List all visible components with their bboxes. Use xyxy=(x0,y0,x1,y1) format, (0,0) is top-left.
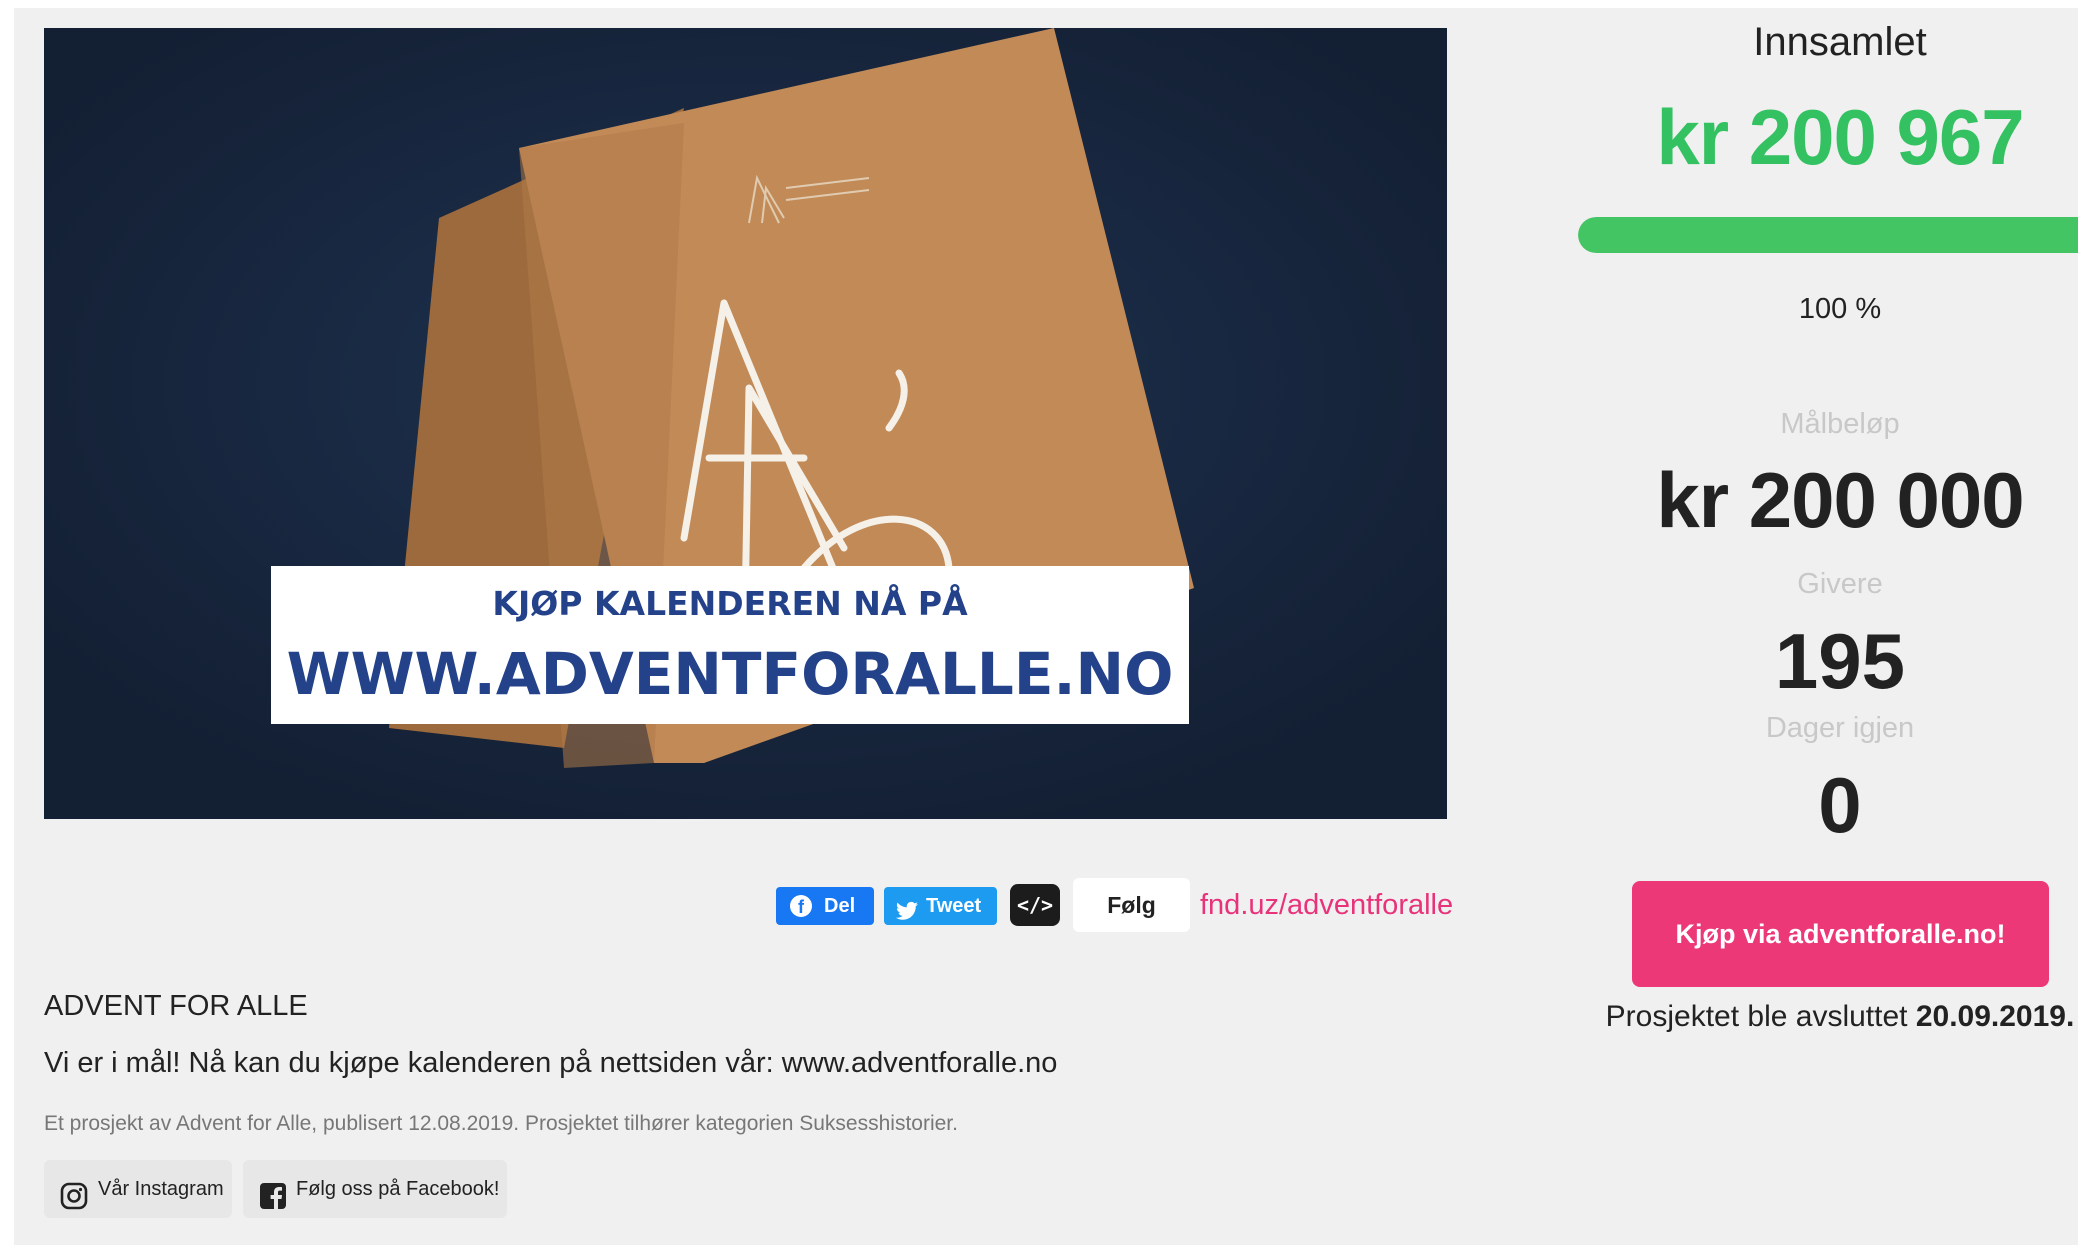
project-description: Vi er i mål! Nå kan du kjøpe kalenderen … xyxy=(44,1047,1058,1079)
facebook-share-button[interactable]: f Del xyxy=(776,887,874,925)
hero-banner: KJØP KALENDEREN NÅ PÅ WWW.ADVENTFORALLE.… xyxy=(271,566,1189,724)
ended-prefix: Prosjektet ble avsluttet xyxy=(1605,1000,1908,1033)
facebook-square-icon xyxy=(259,1175,287,1233)
raised-label: Innsamlet xyxy=(1753,20,1927,64)
instagram-icon xyxy=(60,1175,88,1233)
hero-banner-line2: WWW.ADVENTFORALLE.NO xyxy=(286,640,1174,708)
buy-calendar-button[interactable]: Kjøp via adventforalle.no! xyxy=(1632,881,2049,987)
instagram-button[interactable]: Vår Instagram xyxy=(44,1160,232,1218)
days-left-label: Dager igjen xyxy=(1765,712,1915,744)
progress-percent: 100 % xyxy=(1798,293,1882,325)
facebook-follow-label: Følg oss på Facebook! xyxy=(296,1178,500,1200)
project-title: ADVENT FOR ALLE xyxy=(44,990,308,1022)
ended-date: 20.09.2019. xyxy=(1915,1000,2075,1033)
facebook-share-label: Del xyxy=(824,895,856,917)
funding-progress-bar xyxy=(1578,217,2078,253)
project-meta: Et prosjekt av Advent for Alle, publiser… xyxy=(44,1112,958,1135)
facebook-follow-button[interactable]: Følg oss på Facebook! xyxy=(243,1160,507,1218)
project-ended-notice: Prosjektet ble avsluttet 20.09.2019. xyxy=(1580,1000,2078,1034)
givers-count: 195 xyxy=(1774,617,1906,705)
embed-code-button[interactable]: </> xyxy=(1010,884,1060,926)
tweet-button[interactable]: Tweet xyxy=(884,887,997,925)
twitter-bird-icon xyxy=(896,896,918,934)
instagram-label: Vår Instagram xyxy=(98,1178,224,1200)
facebook-icon: f xyxy=(790,895,812,917)
days-left-count: 0 xyxy=(1818,761,1862,849)
raised-amount: kr 200 967 xyxy=(1656,93,2024,181)
hero-banner-line1: KJØP KALENDEREN NÅ PÅ xyxy=(492,584,968,623)
tweet-label: Tweet xyxy=(926,895,982,917)
goal-label: Målbeløp xyxy=(1780,408,1900,440)
short-link[interactable]: fnd.uz/adventforalle xyxy=(1200,886,1453,924)
goal-amount: kr 200 000 xyxy=(1656,456,2024,544)
givers-label: Givere xyxy=(1797,568,1883,600)
funding-progress-fill xyxy=(1578,217,2078,253)
follow-button[interactable]: Følg xyxy=(1073,878,1190,932)
project-hero-image: KJØP KALENDEREN NÅ PÅ WWW.ADVENTFORALLE.… xyxy=(44,28,1447,819)
